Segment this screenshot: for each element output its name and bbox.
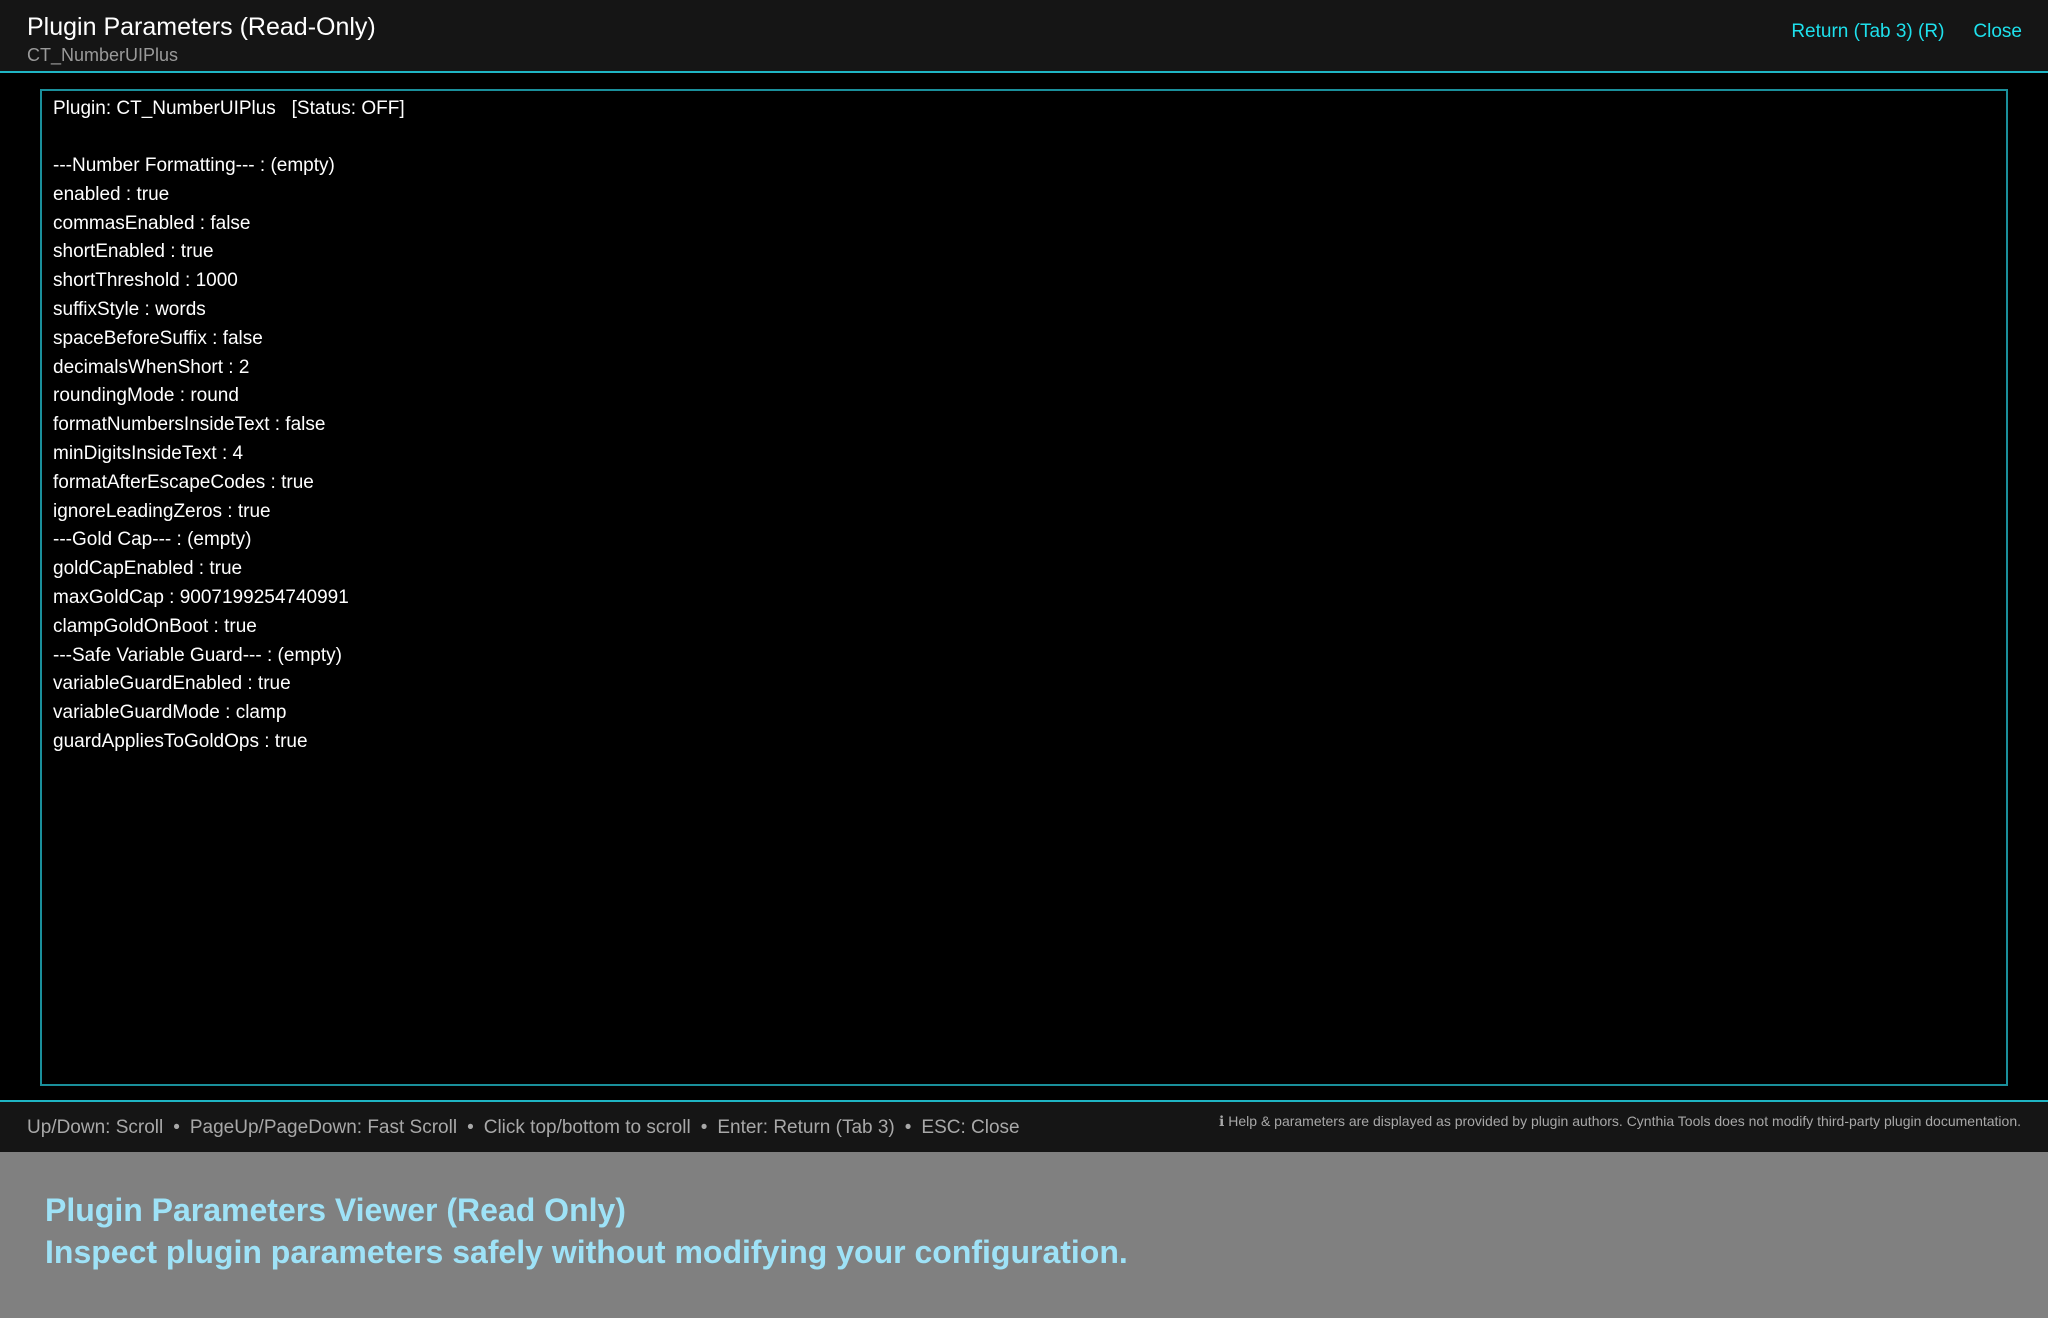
parameter-line: variableGuardMode : clamp <box>53 702 287 724</box>
parameter-line: suffixStyle : words <box>53 298 206 320</box>
parameter-line: shortThreshold : 1000 <box>53 270 238 292</box>
parameter-line: ignoreLeadingZeros : true <box>53 500 271 522</box>
footer-bar: Up/Down: Scroll • PageUp/PageDown: Fast Sc… <box>0 1100 2048 1152</box>
parameter-line: roundingMode : round <box>53 385 239 407</box>
hint-separator: • <box>467 1117 474 1138</box>
parameter-line: clampGoldOnBoot : true <box>53 615 257 637</box>
parameter-line: ---Gold Cap--- : (empty) <box>53 529 252 551</box>
header-bar: Plugin Parameters (Read-Only) CT_NumberU… <box>0 0 2048 73</box>
keyboard-hint: ESC: Close <box>921 1117 1020 1138</box>
keyboard-hints: Up/Down: Scroll • PageUp/PageDown: Fast Sc… <box>27 1116 1020 1140</box>
parameter-line: formatNumbersInsideText : false <box>53 414 326 436</box>
parameter-line: variableGuardEnabled : true <box>53 673 291 695</box>
parameters-panel[interactable]: Plugin: CT_NumberUIPlus [Status: OFF] --… <box>40 89 2008 1086</box>
keyboard-hint: PageUp/PageDown: Fast Scroll <box>189 1117 458 1138</box>
hint-separator: • <box>173 1117 180 1138</box>
parameter-line: spaceBeforeSuffix : false <box>53 327 263 349</box>
parameter-line: ---Number Formatting--- : (empty) <box>53 155 335 176</box>
plugin-parameters-viewer: Plugin Parameters (Read-Only) CT_NumberU… <box>0 0 2048 1318</box>
parameter-line: decimalsWhenShort : 2 <box>53 356 250 378</box>
hint-separator: • <box>904 1117 912 1138</box>
caption-title: Plugin Parameters Viewer (Read Only) <box>45 1192 626 1228</box>
header-actions: Return (Tab 3) (R) Close <box>1791 20 2022 44</box>
hint-separator: • <box>700 1117 708 1138</box>
keyboard-hint: Click top/bottom to scroll <box>483 1117 691 1138</box>
parameter-list: ---Number Formatting--- : (empty) enabled… <box>53 152 349 757</box>
parameter-line: goldCapEnabled : true <box>53 558 243 580</box>
caption-subtitle: Inspect plugin parameters safely without… <box>45 1234 1128 1270</box>
plugin-name-subtitle: CT_NumberUIPlus <box>27 45 179 65</box>
parameter-line: enabled : true <box>53 183 170 205</box>
parameter-line: commasEnabled : false <box>53 212 251 234</box>
window-title: Plugin Parameters (Read-Only) <box>27 13 376 41</box>
close-button[interactable]: Close <box>1973 20 2022 44</box>
parameter-line: formatAfterEscapeCodes : true <box>53 471 314 493</box>
parameter-line: maxGoldCap : 9007199254740991 <box>53 586 349 608</box>
parameter-line: minDigitsInsideText : 4 <box>53 442 244 464</box>
keyboard-hint: Enter: Return (Tab 3) <box>717 1117 895 1138</box>
documentation-note: ℹ Help & parameters are displayed as pro… <box>1219 1113 2021 1129</box>
parameter-line: shortEnabled : true <box>53 241 214 263</box>
plugin-status-line: Plugin: CT_NumberUIPlus [Status: OFF] <box>53 98 405 119</box>
parameter-line: guardAppliesToGoldOps : true <box>53 730 308 752</box>
parameter-line: ---Safe Variable Guard--- : (empty) <box>53 644 342 666</box>
keyboard-hint: Up/Down: Scroll <box>27 1117 164 1138</box>
return-tab3-button[interactable]: Return (Tab 3) (R) <box>1791 20 1944 44</box>
